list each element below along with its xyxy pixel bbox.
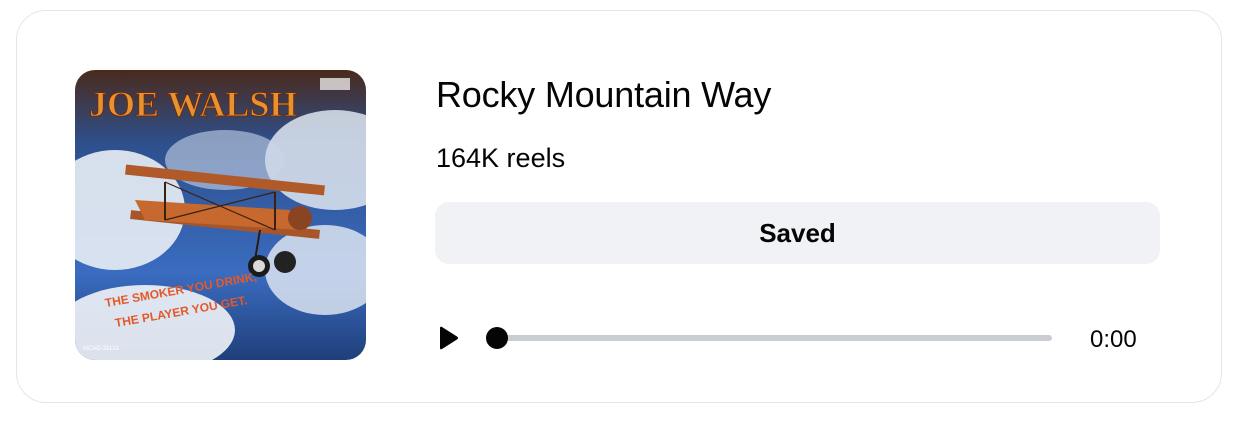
saved-button[interactable]: Saved [435, 202, 1160, 264]
reels-count: 164K reels [436, 143, 566, 173]
svg-text:JOE WALSH: JOE WALSH [89, 84, 297, 124]
album-cover-image: JOE WALSH THE SMOKER YOU DRINK, THE PLAY… [75, 70, 366, 360]
progress-knob[interactable] [486, 327, 508, 349]
play-icon[interactable] [437, 326, 459, 350]
progress-track[interactable] [496, 335, 1052, 341]
elapsed-time: 0:00 [1090, 326, 1137, 353]
track-title: Rocky Mountain Way [436, 74, 772, 115]
album-cover: JOE WALSH THE SMOKER YOU DRINK, THE PLAY… [75, 70, 366, 360]
svg-text:MCAD-31121: MCAD-31121 [83, 346, 120, 352]
